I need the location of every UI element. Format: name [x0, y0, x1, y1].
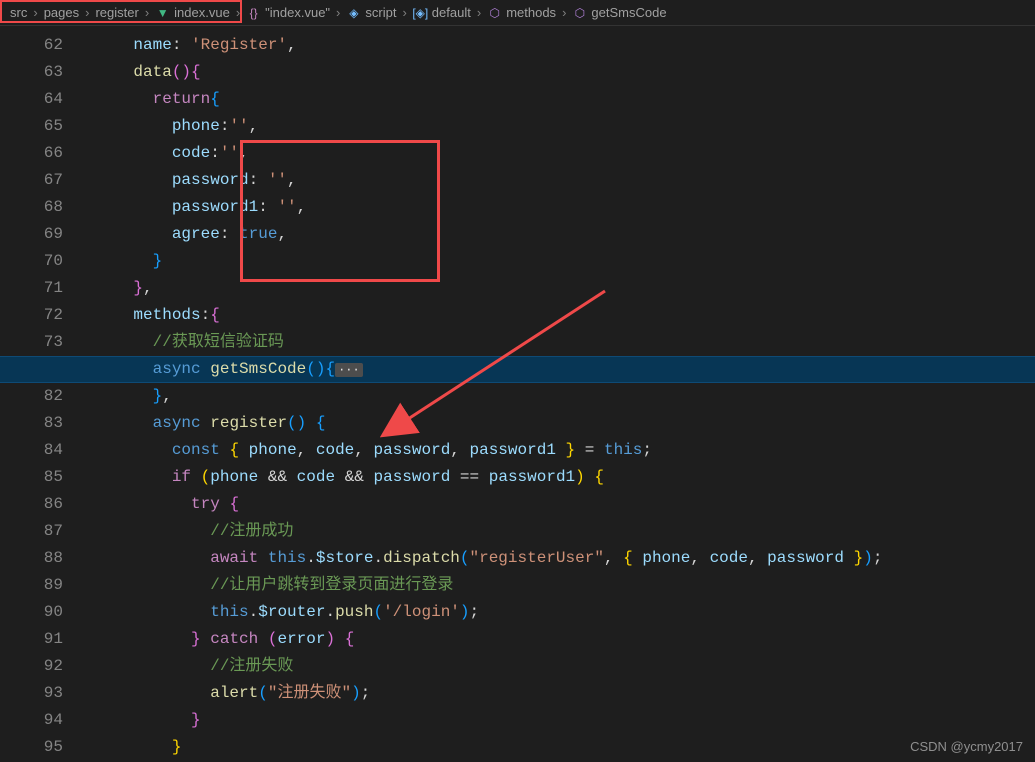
line-number: 64: [0, 86, 63, 113]
code-line[interactable]: methods:{: [85, 302, 1035, 329]
crumb-qfile[interactable]: {}"index.vue": [244, 5, 332, 20]
method-icon: ⬡: [572, 5, 587, 20]
code-line[interactable]: } catch (error) {: [85, 626, 1035, 653]
line-number: 62: [0, 32, 63, 59]
line-number: 73: [0, 329, 63, 356]
code-line[interactable]: //让用户跳转到登录页面进行登录: [85, 572, 1035, 599]
module-icon: [◈]: [413, 5, 428, 20]
code-line[interactable]: password1: '',: [85, 194, 1035, 221]
crumb-pages[interactable]: pages: [42, 5, 81, 20]
line-gutter: 62 63 64 65 66 67 68 69 70 71 72 73 74› …: [0, 26, 85, 762]
code-line[interactable]: this.$router.push('/login');: [85, 599, 1035, 626]
code-line[interactable]: phone:'',: [85, 113, 1035, 140]
code-line[interactable]: }: [85, 707, 1035, 734]
chevron-right-icon: ›: [85, 5, 89, 20]
line-number: 92: [0, 653, 63, 680]
line-number: 68: [0, 194, 63, 221]
line-number: 86: [0, 491, 63, 518]
line-number: 71: [0, 275, 63, 302]
code-line[interactable]: //注册失败: [85, 653, 1035, 680]
code-line[interactable]: //注册成功: [85, 518, 1035, 545]
line-number: 91: [0, 626, 63, 653]
code-line[interactable]: agree: true,: [85, 221, 1035, 248]
line-number: 93: [0, 680, 63, 707]
line-number: 95: [0, 734, 63, 761]
code-area[interactable]: name: 'Register', data(){ return{ phone:…: [85, 26, 1035, 762]
chevron-right-icon: ›: [145, 5, 149, 20]
code-line[interactable]: code:'',: [85, 140, 1035, 167]
code-line[interactable]: try {: [85, 491, 1035, 518]
line-number: 87: [0, 518, 63, 545]
crumb-default[interactable]: [◈]default: [411, 5, 473, 20]
chevron-right-icon: ›: [562, 5, 566, 20]
code-line[interactable]: if (phone && code && password == passwor…: [85, 464, 1035, 491]
method-icon: ⬡: [487, 5, 502, 20]
vue-icon: ▼: [155, 5, 170, 20]
code-editor[interactable]: 62 63 64 65 66 67 68 69 70 71 72 73 74› …: [0, 26, 1035, 762]
code-line[interactable]: },: [85, 383, 1035, 410]
chevron-right-icon: ›: [33, 5, 37, 20]
chevron-right-icon: ›: [236, 5, 240, 20]
line-number: 88: [0, 545, 63, 572]
breadcrumb[interactable]: src › pages › register › ▼index.vue › {}…: [0, 0, 1035, 26]
watermark: CSDN @ycmy2017: [910, 739, 1023, 754]
line-number: 65: [0, 113, 63, 140]
line-number: 85: [0, 464, 63, 491]
crumb-getsmscode[interactable]: ⬡getSmsCode: [570, 5, 668, 20]
line-number: 84: [0, 437, 63, 464]
code-line[interactable]: name: 'Register',: [85, 32, 1035, 59]
code-line[interactable]: const { phone, code, password, password1…: [85, 437, 1035, 464]
chevron-right-icon: ›: [402, 5, 406, 20]
code-line[interactable]: async register() {: [85, 410, 1035, 437]
braces-icon: {}: [246, 5, 261, 20]
code-line[interactable]: }: [85, 248, 1035, 275]
code-line[interactable]: alert("注册失败");: [85, 680, 1035, 707]
code-line[interactable]: await this.$store.dispatch("registerUser…: [85, 545, 1035, 572]
chevron-right-icon: ›: [336, 5, 340, 20]
crumb-src[interactable]: src: [8, 5, 29, 20]
code-line[interactable]: }: [85, 734, 1035, 761]
line-number: 83: [0, 410, 63, 437]
crumb-methods[interactable]: ⬡methods: [485, 5, 558, 20]
code-line[interactable]: data(){: [85, 59, 1035, 86]
line-number: 94: [0, 707, 63, 734]
code-line[interactable]: password: '',: [85, 167, 1035, 194]
symbol-icon: ◈: [346, 5, 361, 20]
folding-indicator[interactable]: ···: [335, 363, 363, 377]
code-line[interactable]: return{: [85, 86, 1035, 113]
code-line[interactable]: },: [85, 275, 1035, 302]
line-number: 67: [0, 167, 63, 194]
line-number: 70: [0, 248, 63, 275]
line-number: 89: [0, 572, 63, 599]
code-line-highlighted[interactable]: async getSmsCode(){···: [0, 356, 1035, 383]
crumb-file[interactable]: ▼index.vue: [153, 5, 232, 20]
crumb-script[interactable]: ◈script: [344, 5, 398, 20]
code-line[interactable]: //获取短信验证码: [85, 329, 1035, 356]
chevron-right-icon: ›: [477, 5, 481, 20]
crumb-register[interactable]: register: [93, 5, 140, 20]
line-number: 90: [0, 599, 63, 626]
line-number: 63: [0, 59, 63, 86]
line-number: 72: [0, 302, 63, 329]
line-number: 66: [0, 140, 63, 167]
line-number: 69: [0, 221, 63, 248]
line-number: 82: [0, 383, 63, 410]
